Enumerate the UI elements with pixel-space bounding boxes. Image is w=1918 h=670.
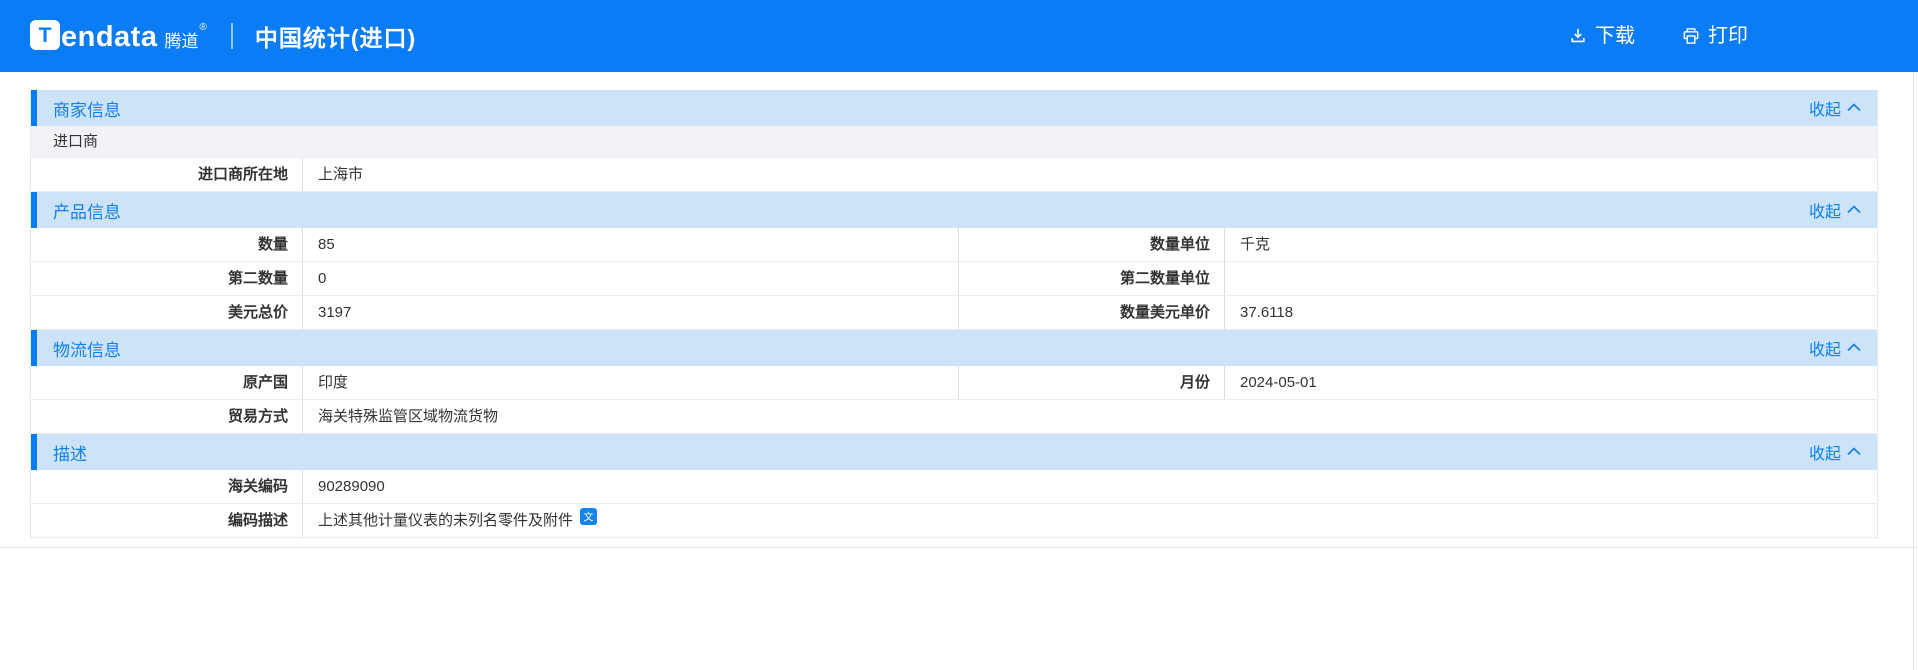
download-label: 下载 <box>1595 25 1635 47</box>
field-label: 美元总价 <box>31 296 303 329</box>
hs-description-text: 上述其他计量仪表的未列名零件及附件 <box>318 512 574 529</box>
field-label: 进口商所在地 <box>31 158 303 191</box>
row-right-half: 数量单位 千克 <box>958 228 1877 261</box>
field-value: 0 <box>318 270 327 287</box>
section-title: 产品信息 <box>53 202 121 222</box>
field-value: 海关特殊监管区域物流货物 <box>318 408 499 425</box>
collapse-label: 收起 <box>1808 342 1841 359</box>
row-left-half: 第二数量 0 <box>31 262 958 295</box>
table-row: 贸易方式 海关特殊监管区域物流货物 <box>31 400 1877 434</box>
download-button[interactable]: 下载 <box>1568 26 1635 46</box>
table-row: 美元总价 3197 数量美元单价 37.6118 <box>31 296 1877 330</box>
row-left-half: 美元总价 3197 <box>31 296 958 329</box>
svg-text:文: 文 <box>584 511 594 524</box>
collapse-label: 收起 <box>1808 204 1841 221</box>
section-title: 物流信息 <box>53 340 121 360</box>
row-left-half: 数量 85 <box>31 228 958 261</box>
field-label: 第二数量 <box>31 262 303 295</box>
section-header-logistics: 物流信息 收起 <box>31 330 1877 366</box>
field-label: 数量 <box>31 228 303 261</box>
table-row: 数量 85 数量单位 千克 <box>31 228 1877 262</box>
row-right-half: 第二数量单位 <box>958 262 1877 295</box>
importer-subheader: 进口商 <box>31 126 1877 158</box>
scrollbar-track[interactable] <box>1913 72 1914 670</box>
table-row: 原产国 印度 月份 2024-05-01 <box>31 366 1877 400</box>
table-row: 编码描述 上述其他计量仪表的未列名零件及附件 文 <box>31 504 1877 538</box>
section-title: 商家信息 <box>53 100 121 120</box>
header-divider <box>230 23 233 49</box>
chevron-up-icon <box>1847 339 1861 357</box>
field-value: 3197 <box>318 304 352 321</box>
field-value: 印度 <box>318 374 349 391</box>
row-left-half: 原产国 印度 <box>31 366 958 399</box>
field-value: 90289090 <box>318 478 385 495</box>
collapse-button-logistics[interactable]: 收起 <box>1809 336 1861 360</box>
registered-mark: ® <box>199 22 207 33</box>
field-value: 37.6118 <box>1240 304 1294 321</box>
field-label: 数量美元单价 <box>959 296 1225 329</box>
field-label: 编码描述 <box>31 504 303 537</box>
print-button[interactable]: 打印 <box>1681 26 1748 46</box>
print-label: 打印 <box>1708 25 1748 47</box>
field-value: 上海市 <box>318 166 364 183</box>
field-value: 千克 <box>1240 236 1271 253</box>
record-detail: 商家信息 收起 进口商 进口商所在地 上海市 产品信息 收起 数量 85 数量单… <box>30 90 1878 538</box>
logo-letter: T <box>38 23 52 47</box>
section-header-description: 描述 收起 <box>31 434 1877 470</box>
field-value: 2024-05-01 <box>1240 374 1317 391</box>
tendata-logo-icon: T <box>30 20 60 50</box>
section-header-merchant: 商家信息 收起 <box>31 90 1877 126</box>
field-label: 月份 <box>959 366 1225 399</box>
table-row: 海关编码 90289090 <box>31 470 1877 504</box>
section-title: 描述 <box>53 444 87 464</box>
collapse-button-product[interactable]: 收起 <box>1809 198 1861 222</box>
table-row: 进口商所在地 上海市 <box>31 158 1877 192</box>
content-bottom-border <box>0 547 1918 548</box>
translate-icon[interactable]: 文 <box>580 504 598 537</box>
chevron-up-icon <box>1847 99 1861 117</box>
field-label: 海关编码 <box>31 470 303 503</box>
field-label: 贸易方式 <box>31 400 303 433</box>
field-value: 85 <box>318 236 335 253</box>
row-right-half: 月份 2024-05-01 <box>958 366 1877 399</box>
field-value <box>1225 262 1877 295</box>
field-label: 第二数量单位 <box>959 262 1225 295</box>
chevron-up-icon <box>1847 201 1861 219</box>
field-label: 原产国 <box>31 366 303 399</box>
tendata-logo[interactable]: T endata 腾道 ® <box>30 20 207 52</box>
collapse-button-description[interactable]: 收起 <box>1809 440 1861 464</box>
app-header: T endata 腾道 ® 中国统计(进口) 下载 打印 <box>0 0 1918 72</box>
collapse-label: 收起 <box>1808 446 1841 463</box>
page-title: 中国统计(进口) <box>254 25 417 51</box>
download-icon <box>1568 26 1588 46</box>
table-row: 第二数量 0 第二数量单位 <box>31 262 1877 296</box>
section-header-product: 产品信息 收起 <box>31 192 1877 228</box>
printer-icon <box>1681 26 1701 46</box>
field-label: 数量单位 <box>959 228 1225 261</box>
field-value: 上述其他计量仪表的未列名零件及附件 文 <box>303 504 1877 537</box>
header-actions: 下载 打印 <box>1568 26 1918 46</box>
row-right-half: 数量美元单价 37.6118 <box>958 296 1877 329</box>
logo-wordmark: endata <box>61 21 158 53</box>
collapse-button-merchant[interactable]: 收起 <box>1809 96 1861 120</box>
chevron-up-icon <box>1847 443 1861 461</box>
collapse-label: 收起 <box>1808 102 1841 119</box>
logo-chinese-name: 腾道 <box>164 31 199 51</box>
